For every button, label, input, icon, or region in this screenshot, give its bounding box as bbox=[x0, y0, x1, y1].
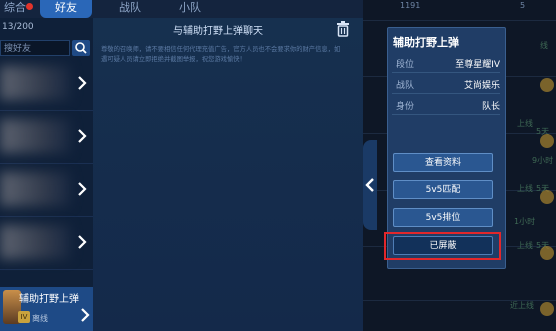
tab-squad[interactable]: 小队 bbox=[170, 0, 210, 18]
field-clan-label: 战队 bbox=[396, 81, 415, 91]
search-button[interactable] bbox=[72, 40, 90, 56]
rank-badge-icon: IV bbox=[18, 311, 30, 323]
chevron-right-icon bbox=[81, 308, 90, 322]
safety-notice: 尊敬的召唤师，请不要相信任何代理充值广告，官方人员也不会要求你的财产信息，如遇可… bbox=[101, 46, 341, 63]
bg-text: 1小时 bbox=[514, 217, 536, 226]
trash-icon[interactable] bbox=[336, 21, 350, 37]
bg-status: 上线 bbox=[517, 184, 533, 193]
coin-icon bbox=[540, 78, 554, 92]
blurred-avatar bbox=[0, 119, 70, 153]
notification-dot bbox=[26, 3, 33, 10]
chevron-right-icon bbox=[78, 235, 87, 249]
divider bbox=[392, 93, 500, 94]
friend-row[interactable] bbox=[0, 217, 93, 270]
view-profile-button[interactable]: 查看资料 bbox=[393, 153, 493, 172]
chevron-right-icon bbox=[78, 76, 87, 90]
friend-row[interactable] bbox=[0, 58, 93, 111]
field-role-value: 队长 bbox=[481, 102, 500, 112]
coin-icon bbox=[540, 190, 554, 204]
field-rank-label: 段位 bbox=[396, 60, 415, 70]
ranked-5v5-button[interactable]: 5v5排位 bbox=[393, 208, 493, 227]
blurred-avatar bbox=[0, 172, 70, 206]
selected-friend-name: 辅助打野上弹 bbox=[19, 294, 79, 305]
field-clan-value: 艾尚娱乐 bbox=[463, 81, 500, 91]
coin-icon bbox=[540, 246, 554, 260]
bg-text: 9小时 bbox=[532, 156, 554, 165]
bg-text: 线 bbox=[540, 41, 548, 50]
field-rank-value: 至尊星耀IV bbox=[455, 60, 500, 70]
blurred-avatar bbox=[0, 66, 70, 100]
search-icon bbox=[75, 42, 87, 54]
blurred-avatar bbox=[0, 225, 70, 259]
bg-number: 5 bbox=[520, 1, 526, 10]
friend-status: 离线 bbox=[32, 314, 48, 323]
chevron-right-icon bbox=[78, 182, 87, 196]
field-role-label: 身份 bbox=[396, 102, 415, 112]
chevron-right-icon bbox=[78, 129, 87, 143]
chevron-left-icon bbox=[365, 178, 374, 192]
bg-status: 近上线 bbox=[510, 301, 534, 310]
friend-search-input[interactable]: 搜好友 bbox=[0, 40, 70, 56]
divider bbox=[392, 114, 500, 115]
tab-comprehensive[interactable]: 综合 bbox=[0, 0, 30, 18]
bg-status: 上线 bbox=[517, 119, 533, 128]
card-friend-name: 辅助打野上弹 bbox=[393, 36, 459, 49]
bg-number: 1191 bbox=[400, 1, 421, 10]
friend-row[interactable] bbox=[0, 111, 93, 164]
tab-clan[interactable]: 战队 bbox=[110, 0, 150, 18]
coin-icon bbox=[540, 302, 554, 316]
collapse-panel-handle[interactable] bbox=[363, 140, 377, 230]
tab-friends[interactable]: 好友 bbox=[40, 0, 92, 18]
divider bbox=[392, 72, 500, 73]
match-5v5-button[interactable]: 5v5匹配 bbox=[393, 180, 493, 199]
coin-icon bbox=[540, 134, 554, 148]
chat-title: 与辅助打野上弹聊天 bbox=[173, 26, 263, 37]
bg-status: 上线 bbox=[517, 241, 533, 250]
friend-count: 13/200 bbox=[2, 22, 34, 32]
divider bbox=[363, 20, 556, 21]
friend-row[interactable] bbox=[0, 164, 93, 217]
highlight-box bbox=[384, 232, 501, 260]
